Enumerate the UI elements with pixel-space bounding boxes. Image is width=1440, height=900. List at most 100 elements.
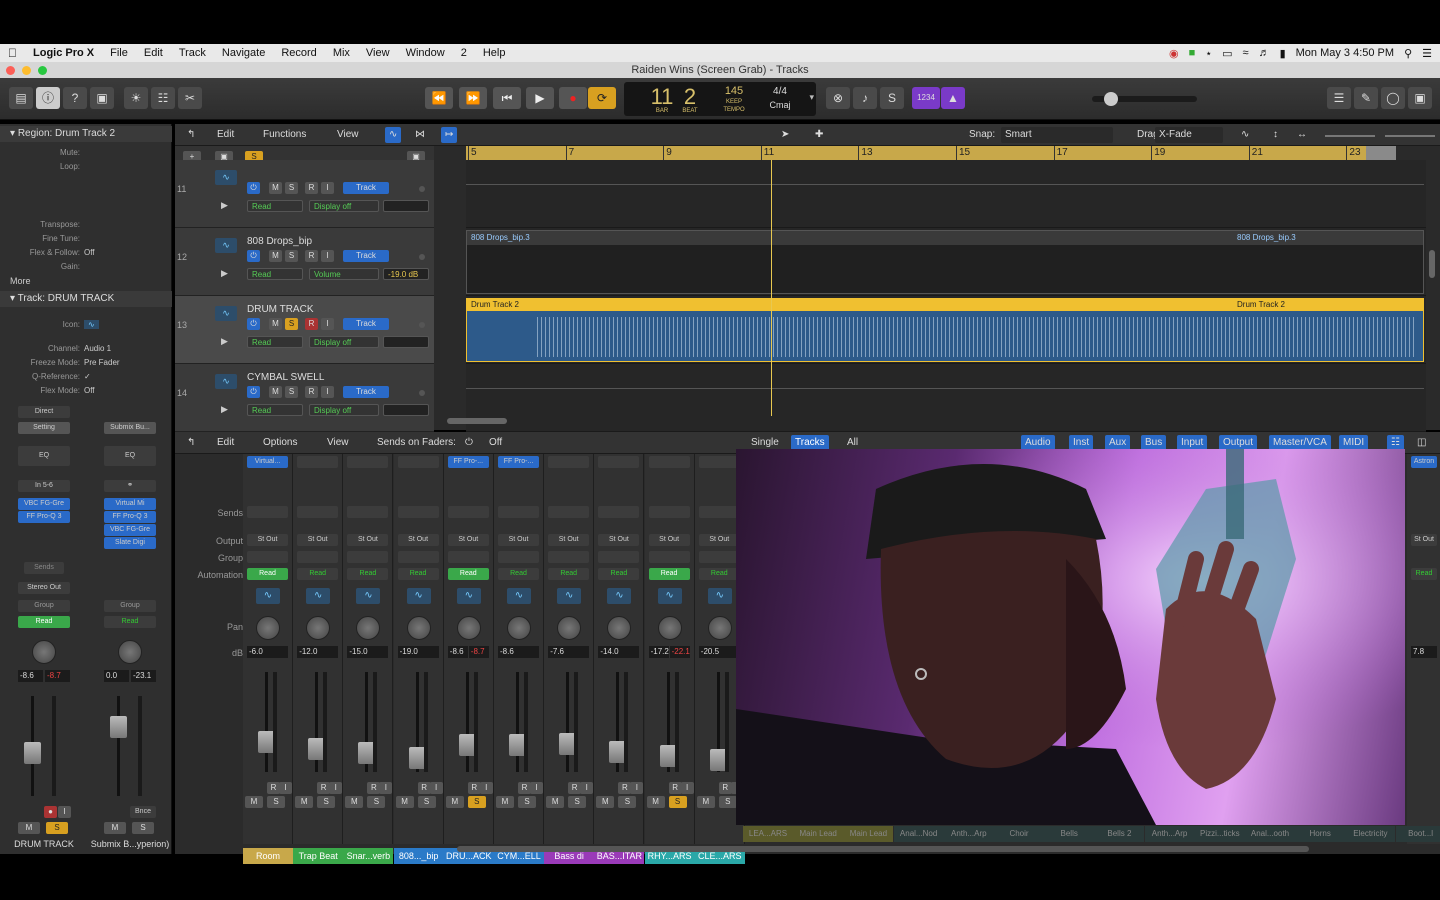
mute-button[interactable]: M	[596, 796, 615, 808]
mute-button[interactable]: M	[445, 796, 464, 808]
plugin-slot[interactable]: FF Pro-...	[498, 456, 539, 468]
output-slot[interactable]: St Out	[1411, 534, 1437, 546]
menu-window[interactable]: Window	[398, 47, 453, 59]
track-header[interactable]: 13 ∿ DRUM TRACK ⏻ M S R I Track ▶ Read Display off	[175, 296, 434, 364]
record-enable-button[interactable]: R	[305, 182, 318, 194]
plugin-slot[interactable]: FF Pro-Q 3	[104, 511, 156, 523]
tracks-edit-menu[interactable]: Edit	[213, 127, 238, 143]
automation-mode-select[interactable]: Read	[247, 268, 303, 280]
input-monitor-button[interactable]: I	[580, 782, 594, 794]
editors-icon[interactable]: ✂	[178, 87, 202, 109]
automation-mode[interactable]: Read	[18, 616, 70, 628]
channel-name[interactable]: Room	[243, 848, 293, 864]
group-slot[interactable]	[498, 551, 539, 563]
solo-button[interactable]: S	[285, 250, 298, 262]
pan-knob[interactable]	[707, 616, 732, 640]
send-slot[interactable]	[397, 506, 439, 518]
menu-edit[interactable]: Edit	[136, 47, 171, 59]
volume-readout[interactable]: -20.5	[698, 646, 740, 658]
output-slot[interactable]: St Out	[397, 534, 439, 546]
send-slot[interactable]	[598, 506, 640, 518]
metronome-icon[interactable]: ▲	[941, 87, 965, 109]
track-icon[interactable]: ∿	[306, 588, 331, 604]
plugin-slot[interactable]	[698, 456, 740, 468]
back-icon[interactable]: ↰	[183, 435, 199, 451]
waveform-icon[interactable]: ∿	[215, 306, 237, 321]
volume-readout[interactable]: -14.0	[598, 646, 640, 658]
group-slot[interactable]	[297, 551, 339, 563]
eq-button[interactable]: EQ	[18, 446, 70, 466]
group-slot[interactable]	[447, 551, 489, 563]
rewind-button[interactable]: ⏪	[425, 87, 453, 109]
plugin-slot[interactable]: VBC FG-Gre	[18, 498, 70, 510]
automation-parameter-select[interactable]: Display off	[309, 336, 379, 348]
mute-button[interactable]: M	[546, 796, 565, 808]
mute-button[interactable]: M	[269, 318, 282, 330]
mixer-edit-menu[interactable]: Edit	[213, 435, 238, 451]
plugin-slot[interactable]	[297, 456, 339, 468]
volume-readout[interactable]: -6.0	[247, 646, 288, 658]
record-enable-button[interactable]: R	[718, 782, 732, 794]
group-slot[interactable]	[648, 551, 690, 563]
quick-help-icon[interactable]: ?	[63, 87, 87, 109]
browsers-icon[interactable]: ▣	[1408, 87, 1432, 109]
channel-name[interactable]: 808..._bip	[393, 848, 444, 864]
menu-view[interactable]: View	[358, 47, 398, 59]
waveform-icon[interactable]: ∿	[215, 374, 237, 389]
output-slot[interactable]: St Out	[598, 534, 640, 546]
volume-readout[interactable]: -12.0	[297, 646, 339, 658]
send-slot[interactable]	[247, 506, 288, 518]
region-row-finetune[interactable]: Fine Tune:	[0, 234, 172, 247]
track-mode-button[interactable]: Track	[343, 182, 389, 194]
solo-button[interactable]: S	[568, 796, 587, 808]
menu-2[interactable]: 2	[453, 47, 475, 59]
automation-mode[interactable]: Read	[598, 568, 640, 580]
input-monitor-button[interactable]: I	[379, 782, 393, 794]
track-icon[interactable]: ∿	[557, 588, 582, 604]
track-icon[interactable]: ∿	[707, 588, 732, 604]
master-volume-knob[interactable]	[1104, 92, 1118, 106]
send-slot[interactable]	[347, 506, 389, 518]
mute-button[interactable]: M	[245, 796, 263, 808]
channel-name[interactable]: Horns	[1295, 826, 1346, 842]
mixer-view-menu[interactable]: View	[323, 435, 353, 451]
horizontal-zoom-slider[interactable]	[1385, 127, 1435, 137]
record-enable-button[interactable]: R	[305, 386, 318, 398]
pan-knob[interactable]	[32, 640, 56, 664]
track-lane[interactable]	[466, 364, 1426, 432]
pan-knob[interactable]	[456, 616, 481, 640]
waveform-icon[interactable]: ∿	[215, 170, 237, 185]
channel-name[interactable]: Trap Beat	[293, 848, 344, 864]
wifi-icon[interactable]: ≈	[1243, 47, 1249, 59]
audio-region[interactable]: 808 Drops_bip.3 808 Drops_bip.3	[466, 230, 1424, 294]
disclosure-icon[interactable]: ▾	[10, 128, 18, 139]
input-slot[interactable]: In 5-6	[18, 480, 70, 492]
channel-name[interactable]: Bells	[1044, 826, 1095, 842]
vertical-scrollbar[interactable]	[1429, 250, 1435, 278]
solo-button[interactable]: S	[285, 182, 298, 194]
automation-mode[interactable]: Read	[548, 568, 590, 580]
power-icon[interactable]: ⏻	[461, 435, 477, 451]
back-icon[interactable]: ↰	[183, 127, 199, 143]
eq-button[interactable]: EQ	[104, 446, 156, 466]
output-slot[interactable]: Stereo Out	[18, 582, 70, 594]
airplay-icon[interactable]: ▭	[1222, 47, 1232, 60]
track-name[interactable]: CYMBAL SWELL	[247, 372, 324, 383]
send-slot[interactable]	[548, 506, 590, 518]
forward-button[interactable]: ⏩	[459, 87, 487, 109]
tracks-functions-menu[interactable]: Functions	[259, 127, 310, 143]
clock[interactable]: Mon May 3 4:50 PM	[1296, 47, 1394, 59]
power-button[interactable]: ⏻	[247, 182, 260, 194]
automation-mode[interactable]: Read	[447, 568, 489, 580]
send-slot[interactable]	[498, 506, 539, 518]
output-slot[interactable]: St Out	[247, 534, 288, 546]
mixer-horizontal-scrollbar[interactable]	[457, 846, 1309, 852]
input-monitor-button[interactable]: I	[321, 250, 334, 262]
horizontal-zoom-icon[interactable]: ↔	[1293, 127, 1311, 143]
track-row-qref[interactable]: Q-Reference: ✓	[0, 372, 172, 385]
automation-mode-select[interactable]: Read	[247, 404, 303, 416]
solo-button[interactable]: S	[285, 386, 298, 398]
lcd-dropdown-icon[interactable]: ▾	[809, 92, 814, 103]
mixer-options-menu[interactable]: Options	[259, 435, 301, 451]
pan-knob[interactable]	[356, 616, 381, 640]
